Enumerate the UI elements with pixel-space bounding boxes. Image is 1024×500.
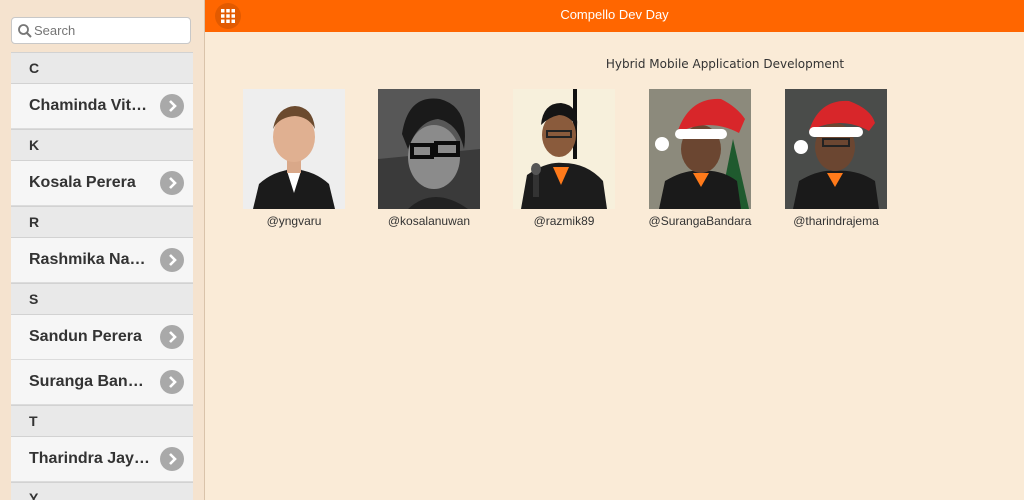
page-title: Compello Dev Day <box>560 7 669 22</box>
speaker-handle: @razmik89 <box>533 214 595 228</box>
list-item-label: Suranga Ban… <box>29 373 144 390</box>
list-item-label: Chaminda Vit… <box>29 97 147 114</box>
list-divider-y: Y <box>11 482 193 500</box>
list-divider-t: T <box>11 405 193 437</box>
list-divider-r: R <box>11 206 193 238</box>
speaker-card[interactable]: @kosalanuwan <box>359 89 499 228</box>
list-item-label: Rashmika Na… <box>29 251 146 268</box>
sidebar: C Chaminda Vit… K Kosala Perera R Rashmi… <box>0 0 205 500</box>
menu-button[interactable] <box>215 3 241 29</box>
contact-list: C Chaminda Vit… K Kosala Perera R Rashmi… <box>11 52 193 500</box>
search-icon <box>18 24 32 38</box>
app-header: Compello Dev Day <box>205 0 1024 32</box>
speaker-photo <box>513 89 615 209</box>
list-divider-k: K <box>11 129 193 161</box>
chevron-right-icon <box>160 325 184 349</box>
speaker-photo <box>243 89 345 209</box>
list-item[interactable]: Chaminda Vit… <box>11 84 193 129</box>
list-item[interactable]: Sandun Perera <box>11 315 193 360</box>
chevron-right-icon <box>160 171 184 195</box>
list-item[interactable]: Rashmika Na… <box>11 238 193 283</box>
speaker-photo <box>785 89 887 209</box>
speaker-handle: @SurangaBandara <box>648 214 752 228</box>
chevron-right-icon <box>160 248 184 272</box>
session-subtitle: Hybrid Mobile Application Development <box>605 57 845 71</box>
chevron-right-icon <box>160 370 184 394</box>
grid-icon <box>221 9 235 23</box>
chevron-right-icon <box>160 94 184 118</box>
speaker-card[interactable]: @yngvaru <box>224 89 364 228</box>
search-box[interactable] <box>11 17 191 44</box>
list-item-label: Kosala Perera <box>29 174 136 191</box>
speaker-photo <box>649 89 751 209</box>
list-item[interactable]: Kosala Perera <box>11 161 193 206</box>
speaker-handle: @kosalanuwan <box>387 214 471 228</box>
chevron-right-icon <box>160 447 184 471</box>
list-divider-c: C <box>11 52 193 84</box>
search-input[interactable] <box>34 21 184 40</box>
list-divider-s: S <box>11 283 193 315</box>
list-item[interactable]: Suranga Ban… <box>11 360 193 405</box>
speaker-card[interactable]: @SurangaBandara <box>630 89 770 228</box>
speaker-handle: @yngvaru <box>266 214 322 228</box>
list-item-label: Sandun Perera <box>29 328 142 345</box>
speaker-card[interactable]: @razmik89 <box>494 89 634 228</box>
speaker-card[interactable]: @tharindrajema <box>766 89 906 228</box>
list-item[interactable]: Tharindra Jay… <box>11 437 193 482</box>
speaker-photo <box>378 89 480 209</box>
list-item-label: Tharindra Jay… <box>29 450 150 467</box>
speaker-handle: @tharindrajema <box>793 214 879 228</box>
